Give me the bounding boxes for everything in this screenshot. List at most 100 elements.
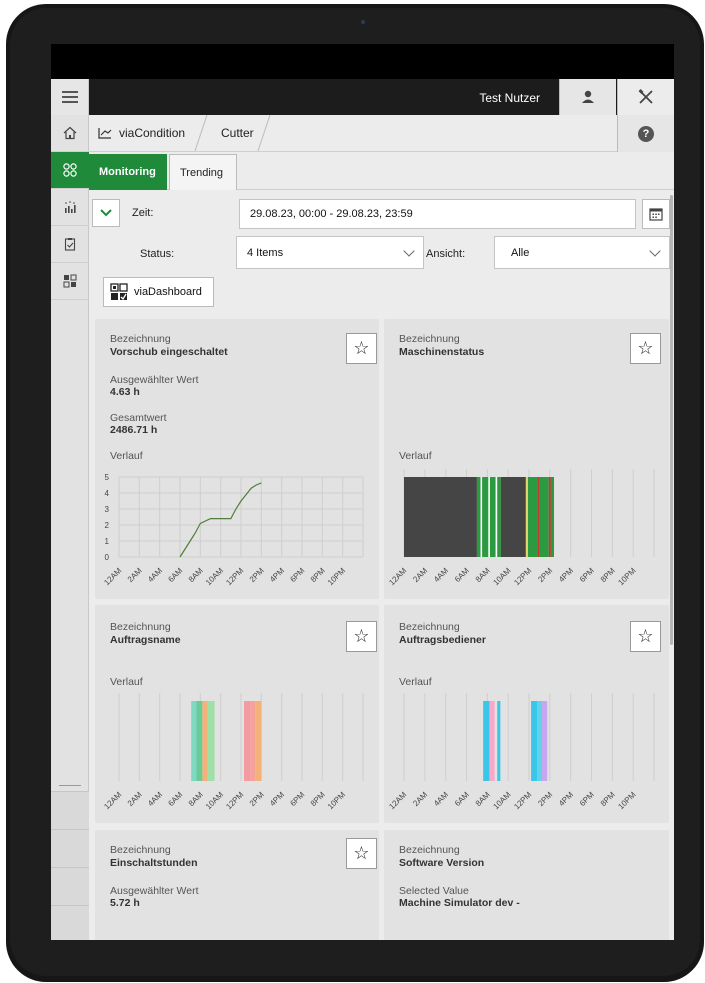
viadashboard-button[interactable]: viaDashboard: [103, 277, 214, 307]
x-tick-label: 2PM: [248, 566, 266, 584]
timeline-segment: [497, 701, 501, 781]
calendar-button[interactable]: [642, 199, 670, 229]
x-tick-label: 6PM: [578, 566, 596, 584]
timeline-segment: [497, 477, 501, 557]
breadcrumb-item-viacondition[interactable]: viaCondition: [119, 115, 185, 151]
breadcrumb-separator: [194, 115, 208, 151]
chevron-down-icon: [403, 245, 415, 257]
timeline-segment: [207, 701, 215, 781]
x-tick-label: 6PM: [288, 790, 306, 808]
menu-button[interactable]: [51, 79, 89, 115]
x-tick-label: 4PM: [268, 566, 286, 584]
zeit-field[interactable]: 29.08.23, 00:00 - 29.08.23, 23:59: [239, 199, 636, 229]
x-tick-label: 2AM: [411, 790, 429, 808]
x-tick-label: 8PM: [599, 790, 617, 808]
timeline-segment: [191, 701, 197, 781]
scrollbar[interactable]: [670, 195, 673, 645]
timeline-segment: [542, 701, 548, 781]
user-button[interactable]: [559, 79, 616, 115]
card-name: Vorschub eingeschaltet: [110, 346, 228, 358]
timeline-segment: [480, 477, 483, 557]
expand-filters-button[interactable]: [92, 199, 120, 227]
x-tick-label: 12AM: [387, 566, 408, 587]
help-icon: ?: [638, 125, 654, 142]
timeline-segment: [539, 477, 549, 557]
ansicht-select-value: Alle: [511, 246, 530, 259]
timeline-segment: [537, 477, 540, 557]
card-bez-label: Bezeichnung: [399, 333, 460, 345]
card-software-version: Bezeichnung Software Version Selected Va…: [384, 830, 669, 940]
tab-bar: Monitoring Trending: [89, 152, 674, 190]
x-tick-label: 12PM: [512, 790, 533, 811]
x-tick-label: 4PM: [268, 790, 286, 808]
favorite-button[interactable]: ☆: [346, 621, 377, 652]
card-name: Auftragsname: [110, 634, 181, 646]
x-tick-label: 4AM: [146, 566, 164, 584]
card-bez-label: Bezeichnung: [399, 844, 460, 856]
x-tick-label: 8PM: [309, 790, 327, 808]
tab-trending[interactable]: Trending: [169, 154, 237, 190]
star-icon: ☆: [637, 626, 654, 646]
timeline-segment: [489, 701, 495, 781]
calendar-icon: [649, 208, 663, 221]
tools-button[interactable]: [617, 79, 674, 115]
breadcrumb-item-cutter[interactable]: Cutter: [221, 115, 254, 151]
x-tick-label: 4AM: [432, 790, 450, 808]
x-tick-label: 2AM: [126, 566, 144, 584]
card-sel-label: Ausgewählter Wert: [110, 374, 199, 386]
status-select[interactable]: 4 Items: [236, 236, 424, 269]
card-total-value: 2486.71 h: [110, 424, 158, 436]
breadcrumb: viaCondition Cutter: [89, 115, 674, 152]
x-tick-label: 12AM: [387, 790, 408, 811]
bar-chart-icon: [65, 201, 76, 213]
x-tick-label: 8AM: [187, 790, 205, 808]
nav-home[interactable]: [51, 115, 89, 152]
timeline-segment: [548, 477, 551, 557]
favorite-button[interactable]: ☆: [630, 621, 661, 652]
x-tick-label: 12PM: [224, 790, 245, 811]
nav-monitoring[interactable]: [51, 152, 89, 189]
x-tick-label: 6PM: [288, 566, 306, 584]
timeline-segment: [202, 701, 208, 781]
timeline-segment: [495, 477, 498, 557]
x-tick-label: 10PM: [616, 790, 637, 811]
nav-empty-3: [51, 867, 89, 905]
star-icon: ☆: [353, 626, 370, 646]
side-nav: [51, 115, 89, 940]
status-label: Status:: [140, 248, 175, 260]
clipboard-icon: [64, 238, 76, 251]
ansicht-select[interactable]: Alle: [494, 236, 670, 269]
breadcrumb-separator: [257, 115, 271, 151]
timeline-segment: [527, 477, 538, 557]
x-tick-label: 4AM: [432, 566, 450, 584]
card-name: Einschaltstunden: [110, 857, 198, 869]
favorite-button[interactable]: ☆: [630, 333, 661, 364]
x-tick-label: 6AM: [453, 790, 471, 808]
star-icon: ☆: [353, 843, 370, 863]
timeline-segment: [537, 701, 543, 781]
favorite-button[interactable]: ☆: [346, 838, 377, 869]
favorite-button[interactable]: ☆: [346, 333, 377, 364]
star-icon: ☆: [353, 338, 370, 358]
y-tick-label: 4: [105, 489, 110, 498]
x-tick-label: 2PM: [536, 790, 554, 808]
nav-empty-1: [51, 791, 89, 829]
x-tick-label: 10PM: [326, 566, 347, 587]
timeline-segment: [488, 477, 490, 557]
x-tick-label: 6AM: [453, 566, 471, 584]
card-verlauf-label: Verlauf: [110, 676, 143, 688]
x-tick-label: 2PM: [536, 566, 554, 584]
nav-divider: [59, 785, 81, 786]
nav-reports[interactable]: [51, 226, 89, 263]
timeline-segment: [255, 701, 262, 781]
tab-monitoring[interactable]: Monitoring: [89, 154, 167, 190]
tools-icon: [638, 89, 653, 104]
x-tick-label: 10AM: [491, 566, 512, 587]
help-button[interactable]: ?: [617, 115, 674, 152]
nav-dashboard[interactable]: [51, 263, 89, 300]
nav-analysis[interactable]: [51, 189, 89, 226]
y-tick-label: 3: [105, 505, 110, 514]
y-tick-label: 2: [105, 521, 110, 530]
zeit-label: Zeit:: [132, 207, 154, 219]
card-sel-value: 5.72 h: [110, 897, 140, 909]
